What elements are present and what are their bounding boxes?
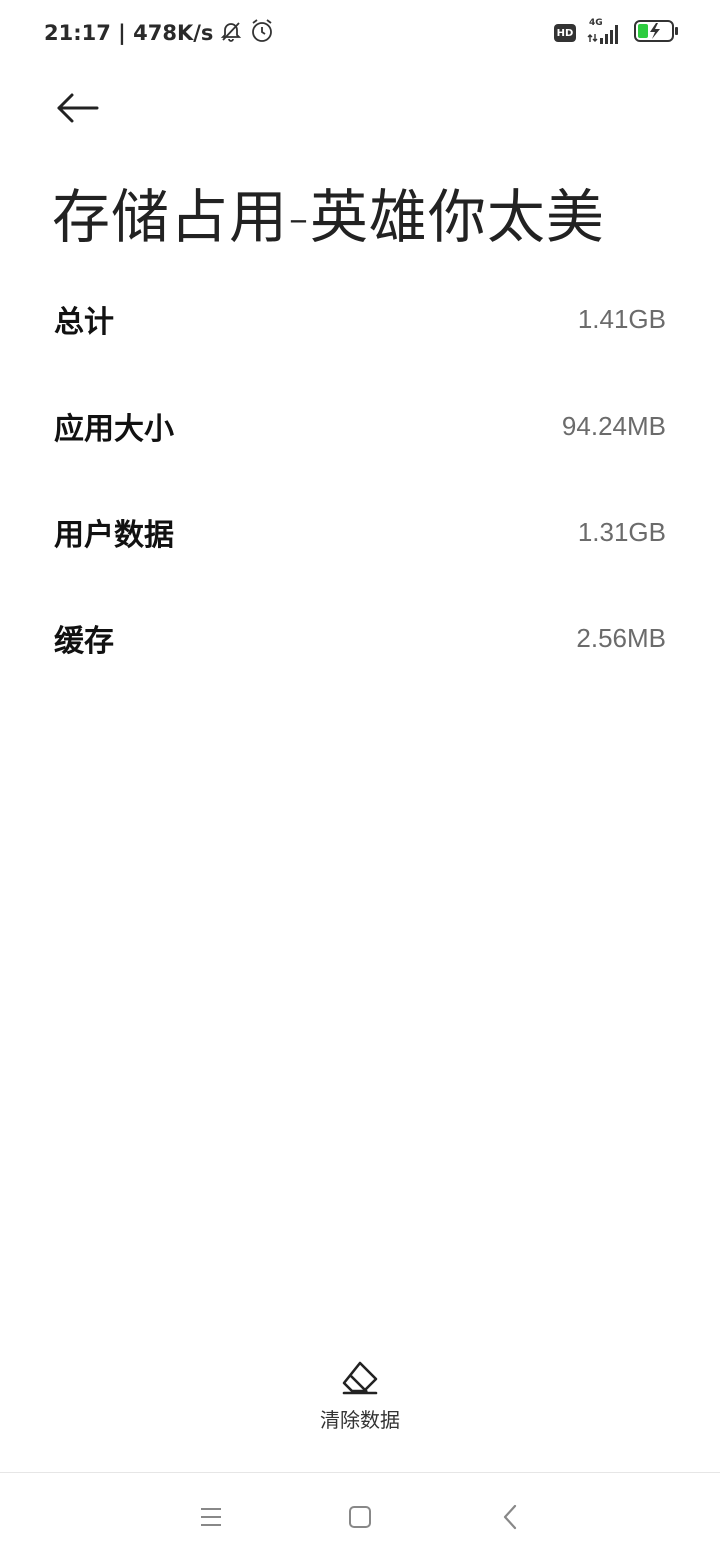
signal-icon: 4G [586,18,624,46]
storage-label: 总计 [54,305,114,340]
storage-row-user-data: 用户数据 1.31GB [54,502,666,562]
menu-icon [201,1508,221,1526]
storage-value: 1.41GB [577,303,666,334]
hd-icon: HD [554,24,576,42]
storage-row-cache: 缓存 2.56MB [54,608,666,668]
clear-data-label: 清除数据 [320,1408,400,1432]
storage-value: 2.56MB [576,622,666,653]
battery-charging-icon [634,19,680,47]
status-left: 21:17 | 478K/s [44,18,275,48]
storage-label: 缓存 [54,624,114,659]
arrow-left-icon [57,93,99,123]
page-title: 存储占用-英雄你太美 [52,183,605,251]
storage-label: 应用大小 [54,412,174,447]
home-icon [349,1506,371,1528]
screen: 21:17 | 478K/s HD 4G 存储占用-英雄你太美 总计 1.41G… [0,0,720,1560]
storage-value: 1.31GB [577,516,666,547]
status-time-speed: 21:17 | 478K/s [44,21,214,45]
eraser-icon [342,1361,378,1395]
back-icon [503,1504,517,1530]
storage-row-total: 总计 1.41GB [54,289,666,349]
home-button[interactable] [340,1501,380,1533]
nav-back-button[interactable] [491,1501,531,1533]
status-right: HD 4G [554,18,680,48]
navigation-bar [0,1473,720,1560]
storage-value: 94.24MB [561,410,666,441]
clear-data-button[interactable]: 清除数据 [300,1360,420,1444]
status-bar: 21:17 | 478K/s HD 4G [0,0,720,66]
storage-row-app-size: 应用大小 94.24MB [54,396,666,456]
muted-bell-icon [219,19,243,47]
alarm-icon [249,18,275,48]
storage-label: 用户数据 [54,518,174,553]
back-button[interactable] [52,86,102,130]
menu-button[interactable] [191,1501,231,1533]
